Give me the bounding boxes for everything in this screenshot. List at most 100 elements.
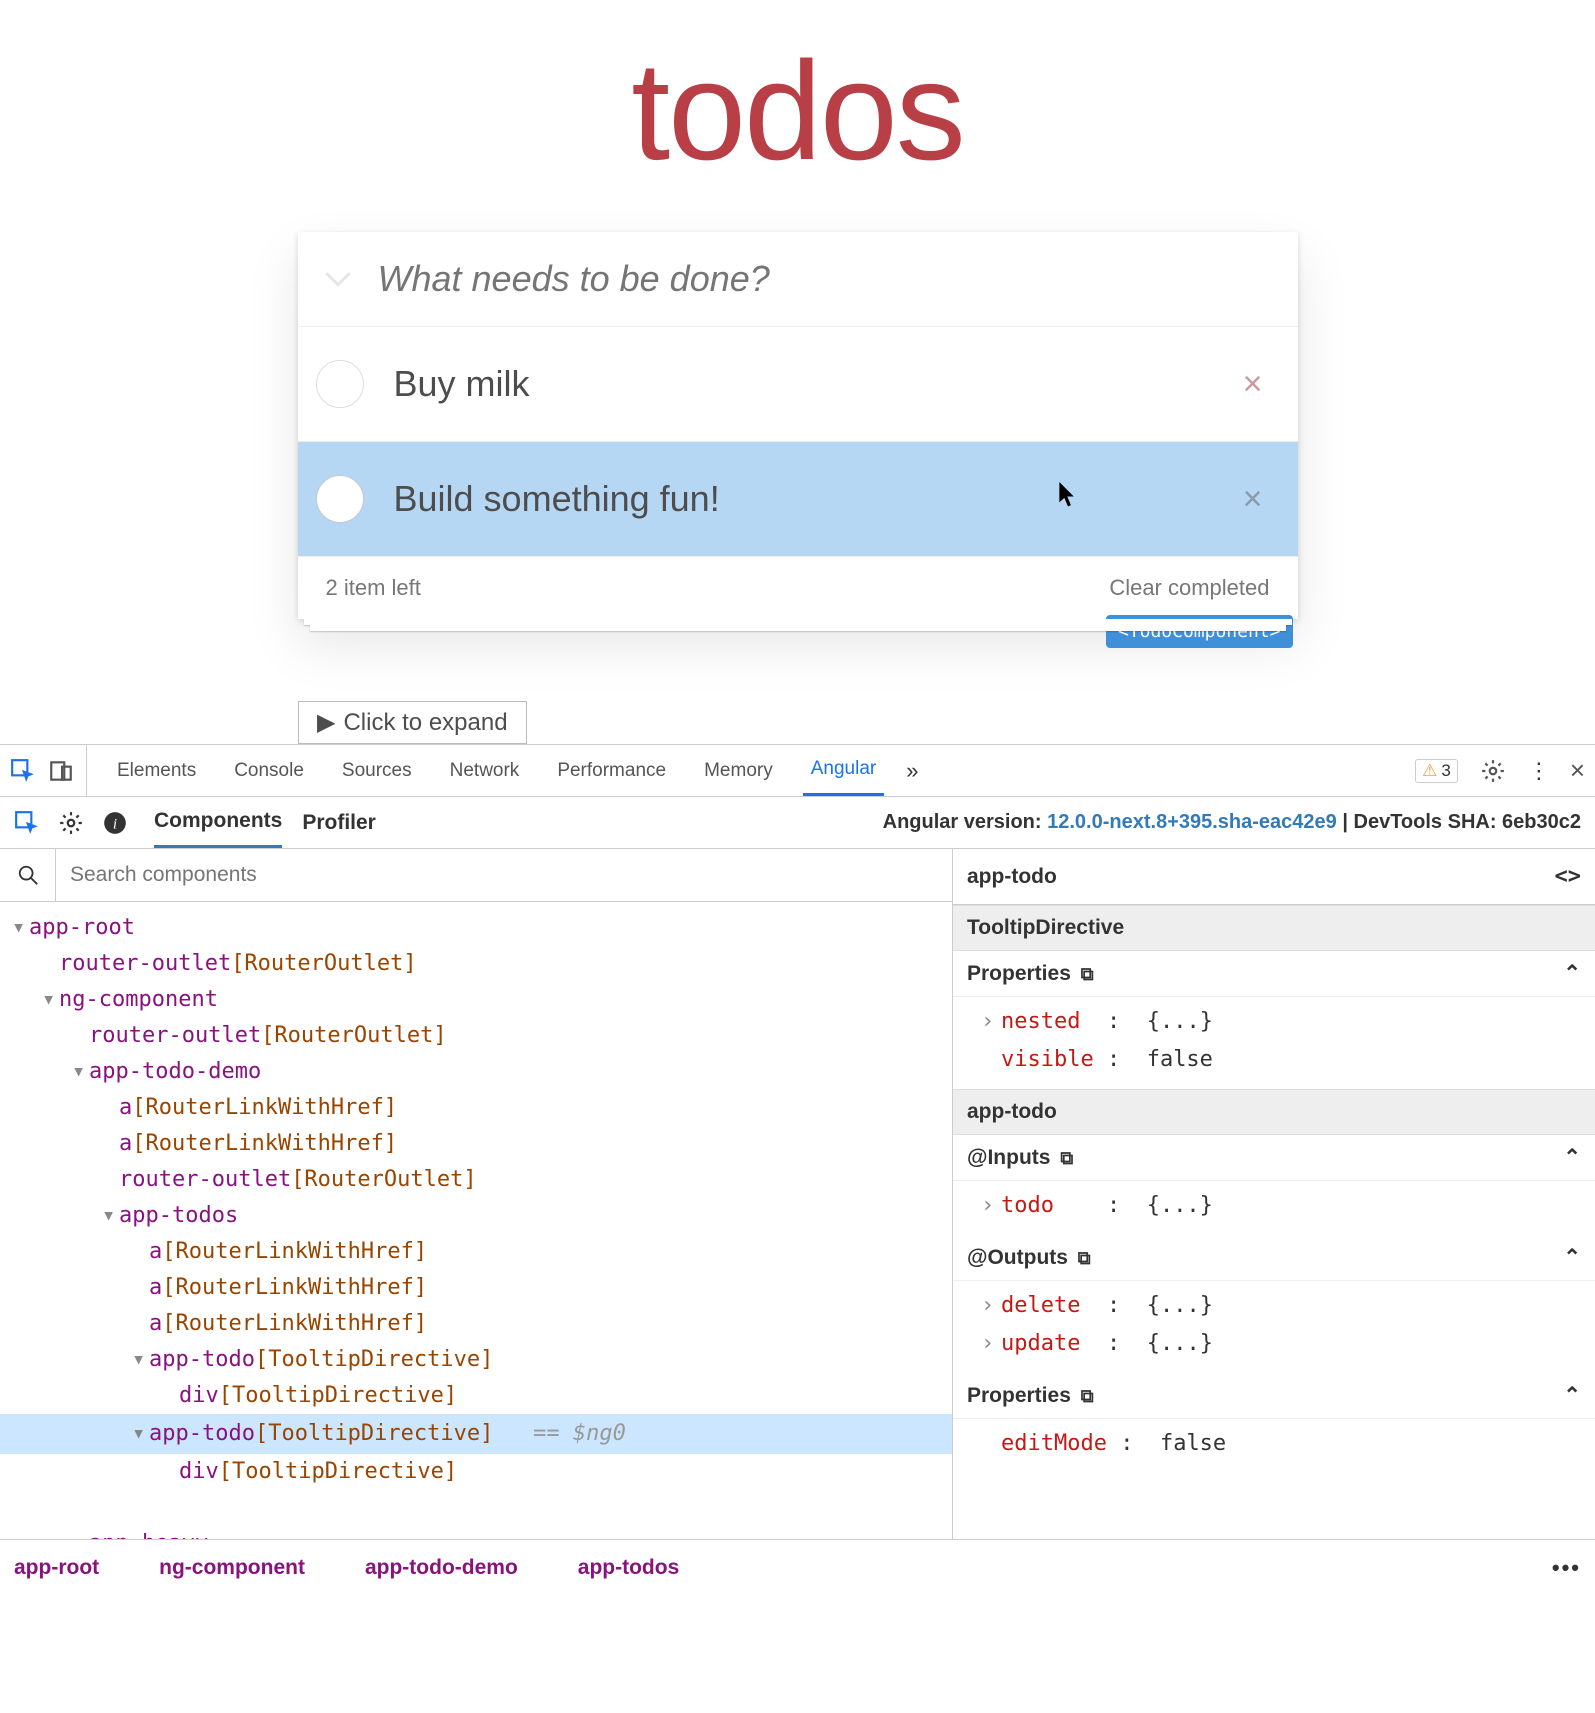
directive-badge: [RouterOutlet] [231,951,416,976]
breadcrumb-item[interactable]: app-root [14,1556,99,1580]
chevron-down-icon[interactable]: ▾ [102,1198,116,1234]
warnings-badge[interactable]: ⚠3 [1415,759,1458,783]
component-search-input[interactable] [56,863,952,887]
component-tag: a [149,1311,162,1336]
open-external-icon[interactable]: ⧉ [1081,1386,1094,1406]
tree-node[interactable]: router-outlet[RouterOutlet] [0,946,952,982]
tree-node[interactable]: ▾app-todo[TooltipDirective] == $ng0 [0,1414,952,1454]
todo-item[interactable]: Buy milk × [298,327,1298,442]
tab-console[interactable]: Console [226,745,312,796]
info-icon[interactable]: i [102,810,128,836]
tree-node[interactable] [0,1490,952,1526]
property-row[interactable]: ›todo : {...} [981,1187,1581,1225]
chevron-right-icon[interactable]: › [981,1287,1001,1325]
tab-performance[interactable]: Performance [549,745,674,796]
property-row[interactable]: ›delete : {...} [981,1287,1581,1325]
property-group-header[interactable]: @Outputs ⧉⌃ [953,1235,1595,1281]
chevron-up-icon[interactable]: ⌃ [1563,961,1581,986]
breadcrumb-item[interactable]: ng-component [159,1556,305,1580]
kebab-menu-icon[interactable]: ⋮ [1528,758,1548,784]
tree-node[interactable]: a[RouterLinkWithHref] [0,1234,952,1270]
directive-badge: [TooltipDirective] [255,1347,493,1372]
angular-version-link[interactable]: 12.0.0-next.8+395.sha-eac42e9 [1047,811,1337,833]
component-tag: a [149,1239,162,1264]
tree-node[interactable]: ▾app-todo-demo [0,1054,952,1090]
todo-label[interactable]: Buy milk [394,363,1243,405]
component-tree[interactable]: ▾app-rootrouter-outlet[RouterOutlet]▾ng-… [0,902,952,1539]
inspect-component-icon[interactable] [14,810,40,836]
component-breadcrumbs: app-root ng-component app-todo-demo app-… [0,1539,1595,1595]
angular-tab-profiler[interactable]: Profiler [302,797,376,848]
click-to-expand-button[interactable]: ▶ Click to expand [298,701,527,744]
property-group-header[interactable]: Properties ⧉⌃ [953,1373,1595,1419]
tree-node[interactable]: a[RouterLinkWithHref] [0,1306,952,1342]
property-group-header[interactable]: @Inputs ⧉⌃ [953,1135,1595,1181]
tab-memory[interactable]: Memory [696,745,781,796]
chevron-down-icon[interactable]: ▾ [12,910,26,946]
close-icon[interactable]: × [1570,755,1585,786]
settings-gear-icon[interactable] [58,810,84,836]
breadcrumb-item[interactable]: app-todo-demo [365,1556,518,1580]
tree-node[interactable]: ▾app-todo[TooltipDirective] [0,1342,952,1378]
property-row[interactable]: visible : false [981,1041,1581,1079]
search-icon[interactable] [0,849,56,901]
todo-item[interactable]: Build something fun! × [298,442,1298,557]
todo-label[interactable]: Build something fun! [394,478,1243,520]
chevron-right-icon[interactable]: › [981,1325,1001,1363]
property-key: editMode [1001,1431,1107,1456]
inspect-element-icon[interactable] [10,758,36,784]
property-group-header[interactable]: Properties ⧉⌃ [953,951,1595,997]
tree-node[interactable]: ▾app-root [0,910,952,946]
chevron-up-icon[interactable]: ⌃ [1563,1383,1581,1408]
tree-node[interactable]: a[RouterLinkWithHref] [0,1270,952,1306]
chevron-up-icon[interactable]: ⌃ [1563,1245,1581,1270]
todo-delete-button[interactable]: × [1243,480,1263,519]
tabs-overflow-icon[interactable]: » [906,758,918,784]
component-tag: router-outlet [119,1167,291,1192]
tree-node[interactable]: div[TooltipDirective] [0,1378,952,1414]
breadcrumb-overflow-icon[interactable]: ••• [1552,1555,1581,1581]
property-row[interactable]: ›update : {...} [981,1325,1581,1363]
chevron-right-icon[interactable]: › [981,1003,1001,1041]
tree-node[interactable]: div[TooltipDirective] [0,1454,952,1490]
device-toolbar-icon[interactable] [48,758,74,784]
chevron-down-icon[interactable]: ▾ [42,982,56,1018]
clear-completed-button[interactable]: Clear completed [1109,575,1269,601]
tree-node[interactable]: ▾app-todos [0,1198,952,1234]
tree-node[interactable]: app-heavy [0,1526,952,1539]
tree-node[interactable]: ▾ng-component [0,982,952,1018]
chevron-up-icon[interactable]: ⌃ [1563,1145,1581,1170]
settings-icon[interactable] [1480,758,1506,784]
property-list: ›delete : {...}›update : {...} [953,1281,1595,1373]
new-todo-input[interactable] [378,258,1298,300]
tab-sources[interactable]: Sources [334,745,420,796]
directive-badge: [RouterLinkWithHref] [162,1275,427,1300]
todo-delete-button[interactable]: × [1243,365,1263,404]
tab-angular[interactable]: Angular [803,745,885,796]
chevron-right-icon[interactable]: › [981,1187,1001,1225]
open-external-icon[interactable]: ⧉ [1078,1248,1091,1268]
cursor-pointer-icon [1058,482,1078,508]
chevron-down-icon[interactable]: ▾ [132,1342,146,1378]
todo-checkbox[interactable] [316,475,364,523]
tab-elements[interactable]: Elements [109,745,204,796]
tree-node[interactable]: router-outlet[RouterOutlet] [0,1018,952,1054]
todo-checkbox[interactable] [316,360,364,408]
chevron-down-icon[interactable]: ▾ [72,1054,86,1090]
toggle-all-icon[interactable] [298,270,378,288]
directive-badge: [RouterOutlet] [291,1167,476,1192]
chevron-down-icon[interactable]: ▾ [132,1416,146,1452]
property-row[interactable]: editMode : false [981,1425,1581,1463]
view-source-icon[interactable]: <> [1555,864,1582,889]
tree-node[interactable]: a[RouterLinkWithHref] [0,1126,952,1162]
breadcrumb-item[interactable]: app-todos [578,1556,679,1580]
property-key: update [1001,1331,1080,1356]
component-search-row [0,849,952,902]
tree-node[interactable]: router-outlet[RouterOutlet] [0,1162,952,1198]
tree-node[interactable]: a[RouterLinkWithHref] [0,1090,952,1126]
open-external-icon[interactable]: ⧉ [1081,964,1094,984]
tab-network[interactable]: Network [442,745,528,796]
angular-tab-components[interactable]: Components [154,797,282,848]
property-row[interactable]: ›nested : {...} [981,1003,1581,1041]
open-external-icon[interactable]: ⧉ [1060,1148,1073,1168]
